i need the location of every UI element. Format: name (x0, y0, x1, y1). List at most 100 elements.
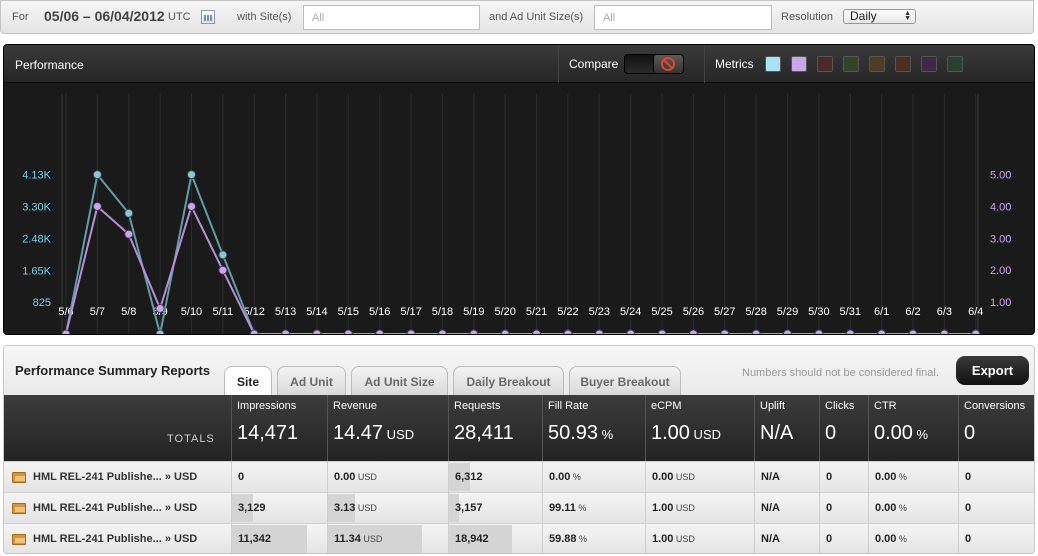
metric-swatch[interactable] (791, 56, 807, 72)
data-point-right (249, 329, 259, 334)
select-arrows-icon: ▲ ▼ (904, 10, 911, 22)
table-cell: 0.00 % (868, 524, 958, 553)
metric-swatch[interactable] (843, 56, 859, 72)
cell-unit: USD (673, 503, 695, 513)
performance-line-chart: 825 1.65K 2.48K 3.30K 4.13K 1.00 2.00 3.00 4.00 5… (22, 94, 1011, 334)
header-divider (558, 45, 559, 83)
column-header[interactable]: Revenue (333, 400, 377, 412)
for-label: For (12, 11, 29, 23)
metric-swatch[interactable] (817, 56, 833, 72)
date-range-picker[interactable]: 05/06 – 06/04/2012 (44, 8, 165, 24)
table-cell: 0.00 % (868, 462, 958, 492)
data-point-right (845, 329, 855, 334)
data-point-right (186, 201, 196, 211)
cell-value: 0 (965, 471, 972, 483)
column-header[interactable]: Uplift (760, 400, 785, 412)
total-value: 14.47 USD (333, 422, 415, 444)
tab-ad-unit-size[interactable]: Ad Unit Size (351, 366, 448, 395)
adunit-size-input[interactable]: All (594, 5, 772, 30)
row-name[interactable]: HML REL-241 Publishe... » USD (33, 502, 197, 514)
x-tick-label: 5/18 (432, 306, 453, 318)
cell-unit: % (570, 472, 581, 482)
metric-swatch[interactable] (947, 56, 963, 72)
data-point-right (218, 265, 228, 275)
cell-value: 3,157 (455, 502, 483, 514)
cell-unit: USD (355, 503, 377, 513)
export-button[interactable]: Export (956, 356, 1029, 385)
column-header[interactable]: Conversions (964, 400, 1025, 412)
metric-swatch[interactable] (869, 56, 885, 72)
data-point-right (783, 329, 793, 334)
table-cell: 11.34 USD (327, 524, 448, 553)
table-cell: 0.00 USD (327, 462, 448, 492)
tab-daily-breakout[interactable]: Daily Breakout (453, 366, 564, 395)
data-point-right (343, 329, 353, 334)
cell-value: 11.34 USD (334, 533, 383, 545)
column-header[interactable]: Requests (454, 400, 500, 412)
tab-ad-unit[interactable]: Ad Unit (277, 366, 346, 395)
column-divider (868, 395, 869, 461)
cell-value: 6,312 (455, 471, 483, 483)
row-name[interactable]: HML REL-241 Publishe... » USD (33, 533, 197, 545)
column-header[interactable]: Clicks (825, 400, 854, 412)
table-cell: 0.00 % (542, 462, 645, 492)
data-point-right (720, 329, 730, 334)
cell-value: N/A (761, 502, 780, 514)
data-point-right (877, 329, 887, 334)
calendar-icon[interactable] (201, 10, 215, 24)
performance-header: Performance Compare Metrics (4, 45, 1034, 83)
cell-value: 11,342 (238, 533, 272, 545)
metric-swatch[interactable] (895, 56, 911, 72)
cell-unit: % (576, 534, 588, 544)
data-point-right (92, 201, 102, 211)
resolution-value: Daily (850, 9, 877, 23)
data-point-right (688, 329, 698, 334)
cell-unit: USD (673, 472, 695, 482)
y-left-tick-label: 1.65K (22, 265, 51, 277)
cell-value: 0 (965, 502, 972, 514)
folder-icon (12, 503, 26, 514)
sites-input[interactable]: All (303, 5, 480, 30)
column-header[interactable]: Impressions (237, 400, 296, 412)
summary-panel: Performance Summary Reports Site Ad Unit… (3, 345, 1035, 554)
y-left-tick-label: 4.13K (22, 170, 51, 182)
x-tick-label: 6/1 (874, 306, 889, 318)
timezone-label: UTC (168, 11, 191, 23)
y-left-tick-label: 2.48K (22, 234, 51, 246)
column-divider (448, 395, 449, 461)
table-row[interactable]: HML REL-241 Publishe... » USD 0 0.00 USD 6,… (4, 461, 1034, 492)
table-row[interactable]: HML REL-241 Publishe... » USD 11,342 11.34… (4, 523, 1034, 553)
metric-swatch[interactable] (921, 56, 937, 72)
column-divider (231, 395, 232, 461)
column-header[interactable]: eCPM (651, 400, 682, 412)
data-point-right (814, 329, 824, 334)
summary-header: Performance Summary Reports Site Ad Unit… (4, 346, 1034, 396)
cell-value: 0.00 USD (334, 471, 377, 483)
data-point-right (500, 329, 510, 334)
resolution-select[interactable]: Daily ▲ ▼ (843, 9, 916, 24)
cell-value: 0 (826, 502, 833, 514)
total-value: 0 (825, 422, 837, 444)
cell-value: 0 (826, 533, 833, 545)
row-name[interactable]: HML REL-241 Publishe... » USD (33, 471, 197, 483)
x-tick-label: 5/14 (306, 306, 327, 318)
column-header[interactable]: Fill Rate (548, 400, 588, 412)
data-point-right (657, 329, 667, 334)
x-tick-label: 5/29 (777, 306, 798, 318)
table-cell: 6,312 (448, 462, 542, 492)
table-cell: 11,342 (231, 524, 327, 553)
data-point-left (124, 208, 134, 218)
y-right-tick-label: 1.00 (990, 297, 1011, 309)
tab-site[interactable]: Site (224, 366, 272, 396)
cell-unit: % (896, 472, 907, 482)
cell-value: 99.11 % (549, 502, 587, 514)
compare-toggle[interactable] (624, 54, 684, 74)
table-row[interactable]: HML REL-241 Publishe... » USD 3,129 3.13 U… (4, 492, 1034, 523)
cell-value: 0.00 % (875, 471, 907, 483)
tab-buyer-breakout[interactable]: Buyer Breakout (569, 366, 681, 395)
total-value: 1.00 USD (651, 422, 721, 444)
column-divider (958, 395, 959, 461)
column-header[interactable]: CTR (874, 400, 897, 412)
metric-swatch[interactable] (765, 56, 781, 72)
cell-value: 1.00 USD (652, 502, 695, 514)
